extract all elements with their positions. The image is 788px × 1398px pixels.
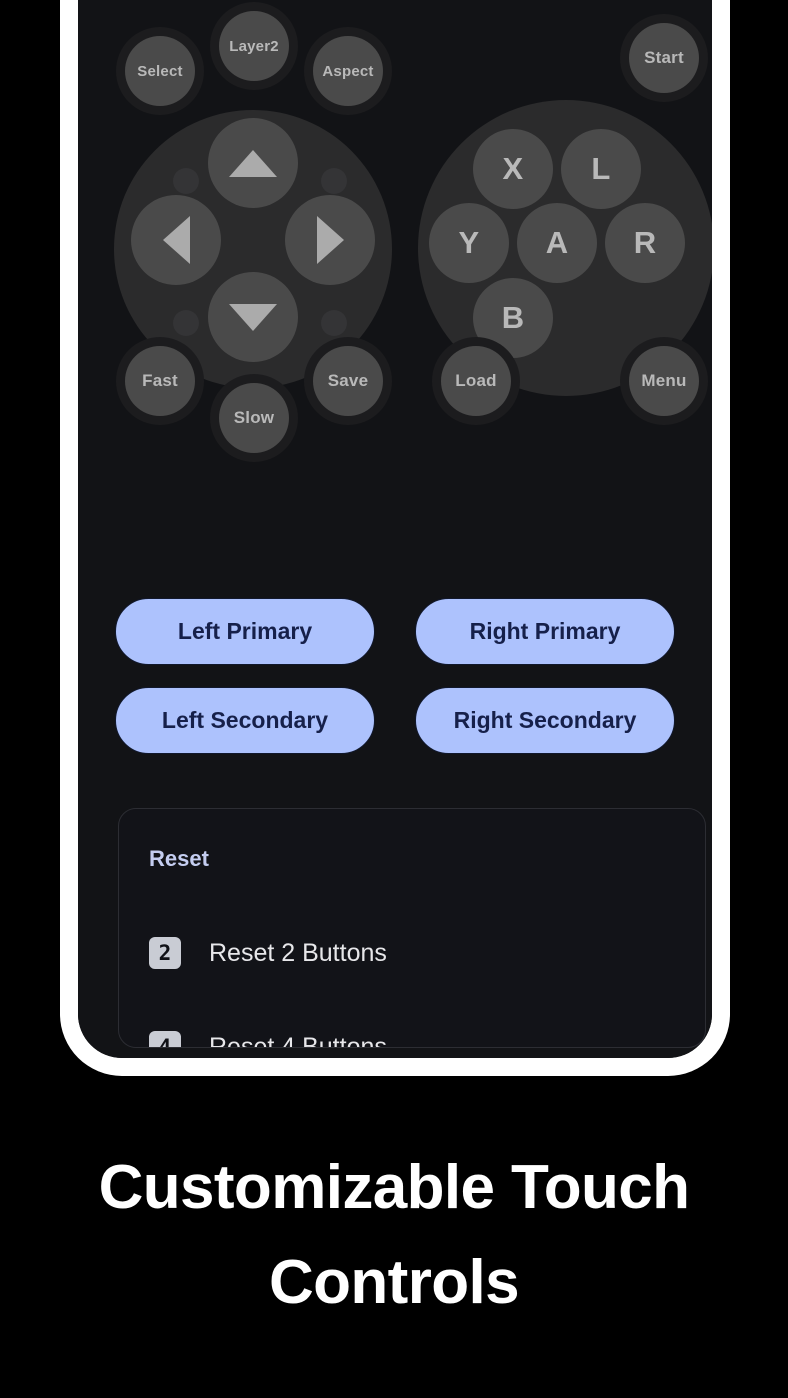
left-primary-button[interactable]: Left Primary (115, 598, 375, 665)
x-button-label: X (502, 151, 524, 186)
reset-card: Reset 2 Reset 2 Buttons 4 Reset 4 Button… (118, 808, 706, 1048)
x-button[interactable]: X (473, 129, 553, 209)
start-button-label: Start (644, 48, 684, 67)
left-primary-label: Left Primary (177, 618, 313, 644)
menu-button[interactable]: Menu (629, 346, 699, 416)
phone-screen: Select Layer2 Aspect Fast Slow Save Star… (78, 0, 712, 1058)
slow-button[interactable]: Slow (219, 383, 289, 453)
slow-button-label: Slow (233, 408, 275, 427)
b-button-label: B (501, 300, 525, 335)
layer2-button[interactable]: Layer2 (219, 11, 289, 81)
fast-button-label: Fast (142, 371, 178, 390)
dpad-diagonal-upright-dot[interactable] (321, 168, 347, 194)
select-button[interactable]: Select (125, 36, 195, 106)
reset-2-buttons-label: Reset 2 Buttons (209, 938, 387, 967)
caption-line-1: Customizable Touch (98, 1153, 690, 1222)
right-primary-label: Right Primary (469, 618, 621, 644)
reset-4-buttons-label: Reset 4 Buttons (209, 1032, 387, 1048)
phone-frame: Select Layer2 Aspect Fast Slow Save Star… (60, 0, 730, 1076)
triangle-up-icon (229, 149, 277, 177)
b-button[interactable]: B (473, 278, 553, 358)
dpad-left-button[interactable] (131, 195, 221, 285)
aspect-button[interactable]: Aspect (313, 36, 383, 106)
action-buttons-row-primary: Left Primary Right Primary (115, 598, 675, 665)
dpad-up-button[interactable] (208, 118, 298, 208)
r-button[interactable]: R (605, 203, 685, 283)
action-buttons-grid: Left Primary Right Primary Left Secondar… (115, 598, 675, 776)
caption: Customizable Touch Controls (0, 1140, 788, 1331)
save-button-label: Save (327, 371, 369, 390)
action-buttons-row-secondary: Left Secondary Right Secondary (115, 687, 675, 754)
dpad-diagonal-upleft-dot[interactable] (173, 168, 199, 194)
caption-line-2: Controls (268, 1248, 520, 1318)
touch-control-overlay: Select Layer2 Aspect Fast Slow Save Star… (78, 0, 712, 560)
y-button-label: Y (458, 225, 480, 260)
start-button[interactable]: Start (629, 23, 699, 93)
a-button[interactable]: A (517, 203, 597, 283)
number-4-icon: 4 (149, 1031, 181, 1047)
reset-2-buttons-item[interactable]: 2 Reset 2 Buttons (149, 937, 387, 969)
right-secondary-label: Right Secondary (453, 707, 637, 733)
left-secondary-button[interactable]: Left Secondary (115, 687, 375, 754)
reset-4-buttons-item[interactable]: 4 Reset 4 Buttons (149, 1031, 387, 1048)
load-button[interactable]: Load (441, 346, 511, 416)
fast-button[interactable]: Fast (125, 346, 195, 416)
aspect-button-label: Aspect (322, 62, 374, 80)
triangle-left-icon (162, 216, 190, 264)
dpad-diagonal-downright-dot[interactable] (321, 310, 347, 336)
dpad-right-button[interactable] (285, 195, 375, 285)
r-button-label: R (633, 225, 657, 260)
save-overlay-button[interactable]: Save (313, 346, 383, 416)
menu-button-label: Menu (641, 371, 687, 390)
a-button-label: A (545, 225, 569, 260)
right-primary-button[interactable]: Right Primary (415, 598, 675, 665)
right-secondary-button[interactable]: Right Secondary (415, 687, 675, 754)
triangle-down-icon (229, 303, 277, 331)
dpad-diagonal-downleft-dot[interactable] (173, 310, 199, 336)
app-screenshot: Select Layer2 Aspect Fast Slow Save Star… (0, 0, 788, 1398)
reset-section-title: Reset (149, 846, 209, 871)
number-2-icon: 2 (149, 937, 181, 969)
left-secondary-label: Left Secondary (161, 707, 329, 733)
layer2-button-label: Layer2 (229, 37, 279, 55)
load-button-label: Load (455, 371, 497, 390)
select-button-label: Select (137, 62, 183, 80)
triangle-right-icon (316, 216, 344, 264)
l-button-label: L (591, 151, 611, 186)
dpad-down-button[interactable] (208, 272, 298, 362)
y-button[interactable]: Y (429, 203, 509, 283)
l-button[interactable]: L (561, 129, 641, 209)
